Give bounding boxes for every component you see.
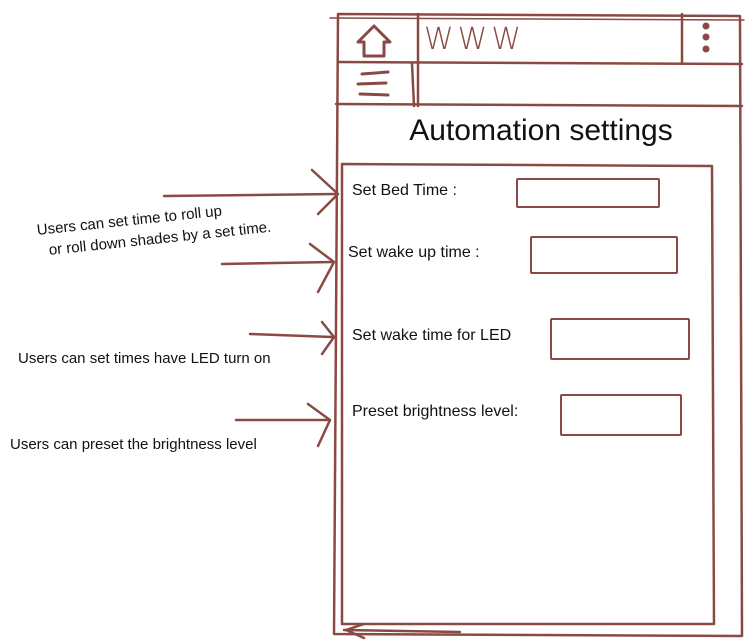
brightness-label: Preset brightness level:	[352, 403, 519, 420]
wake-up-time-input[interactable]	[530, 236, 678, 274]
url-field[interactable]: WWW	[424, 22, 525, 57]
led-wake-time-label: Set wake time for LED	[352, 327, 512, 344]
menu-bar-divider	[334, 102, 744, 108]
bed-time-input[interactable]	[516, 178, 660, 208]
annotation-led: Users can set times have LED turn on	[18, 350, 271, 367]
arrow-bottom	[342, 622, 462, 640]
arrow-wake-up-time	[220, 242, 336, 294]
annotation-brightness: Users can preset the brightness level	[10, 436, 257, 453]
page-title: Automation settings	[409, 114, 673, 147]
led-wake-time-input[interactable]	[550, 318, 690, 360]
home-icon[interactable]	[356, 24, 392, 58]
brightness-input[interactable]	[560, 394, 682, 436]
menu-icon[interactable]	[356, 70, 390, 97]
more-vertical-icon[interactable]	[702, 22, 710, 53]
wake-up-time-label: Set wake up time :	[348, 244, 480, 261]
bed-time-label: Set Bed Time :	[352, 182, 457, 199]
